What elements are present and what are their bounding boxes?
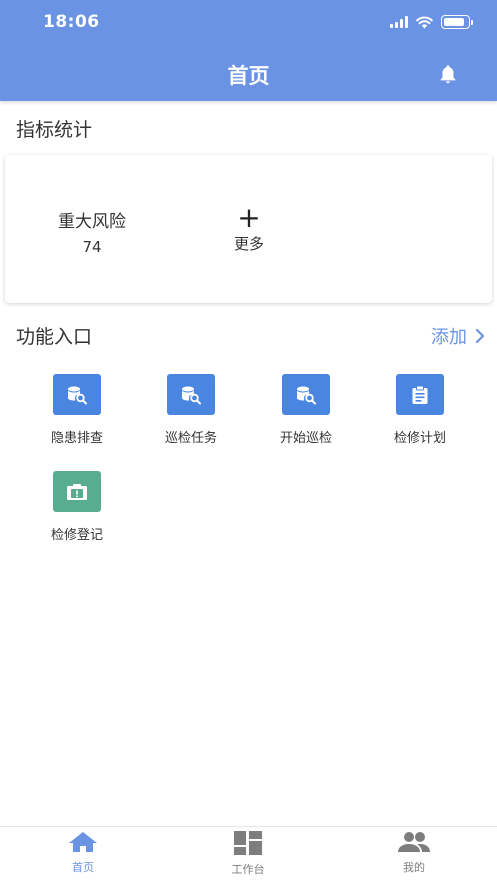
function-label: 检修计划: [393, 431, 446, 446]
dashboard-icon: [234, 831, 262, 855]
add-function-button[interactable]: 添加: [431, 323, 485, 349]
status-bar: 18:06: [0, 0, 497, 44]
function-label: 检修登记: [50, 528, 103, 543]
function-hazard-check[interactable]: 隐患排查: [27, 374, 127, 446]
stat-major-risk[interactable]: 重大风险 74: [52, 207, 132, 256]
function-label: 隐患排查: [50, 431, 103, 446]
bell-icon[interactable]: [437, 62, 459, 86]
wifi-icon: [416, 15, 433, 28]
battery-icon: [441, 15, 473, 29]
app-header: 18:06 首页: [0, 0, 497, 101]
stat-label: 重大风险: [58, 212, 126, 232]
bottom-tab-bar: 首页 工作台 我的: [0, 826, 497, 883]
people-icon: [398, 832, 430, 852]
function-maintenance-plan[interactable]: 检修计划: [370, 374, 470, 446]
tab-label: 工作台: [231, 863, 265, 876]
function-start-inspection[interactable]: 开始巡检: [256, 374, 356, 446]
tab-workbench[interactable]: 工作台: [188, 831, 308, 877]
cellular-signal-icon: [390, 16, 408, 28]
function-maintenance-register[interactable]: 检修登记: [27, 471, 127, 543]
more-label: 更多: [233, 235, 264, 253]
add-label: 添加: [431, 327, 467, 348]
more-stats-button[interactable]: + 更多: [219, 201, 279, 254]
chevron-right-icon: [475, 328, 485, 344]
home-icon: [69, 832, 97, 852]
tab-mine[interactable]: 我的: [354, 831, 474, 875]
stats-card: 重大风险 74 + 更多: [5, 155, 492, 303]
tab-label: 首页: [72, 861, 94, 874]
function-inspection-task[interactable]: 巡检任务: [141, 374, 241, 446]
database-search-icon: [282, 374, 330, 415]
plus-icon: +: [237, 201, 261, 234]
database-search-icon: [53, 374, 101, 415]
function-label: 巡检任务: [164, 431, 217, 446]
functions-section-title: 功能入口: [16, 326, 93, 348]
clipboard-icon: [396, 374, 444, 415]
stat-value: 74: [82, 238, 102, 256]
stats-section-title: 指标统计: [16, 119, 93, 141]
status-time: 18:06: [43, 12, 100, 32]
database-search-icon: [167, 374, 215, 415]
alert-box-icon: [53, 471, 101, 512]
page-title: 首页: [227, 64, 270, 88]
function-label: 开始巡检: [279, 431, 332, 446]
status-icons: [390, 15, 473, 29]
tab-home[interactable]: 首页: [23, 831, 143, 875]
tab-label: 我的: [403, 861, 425, 874]
battery-level: [444, 18, 464, 26]
